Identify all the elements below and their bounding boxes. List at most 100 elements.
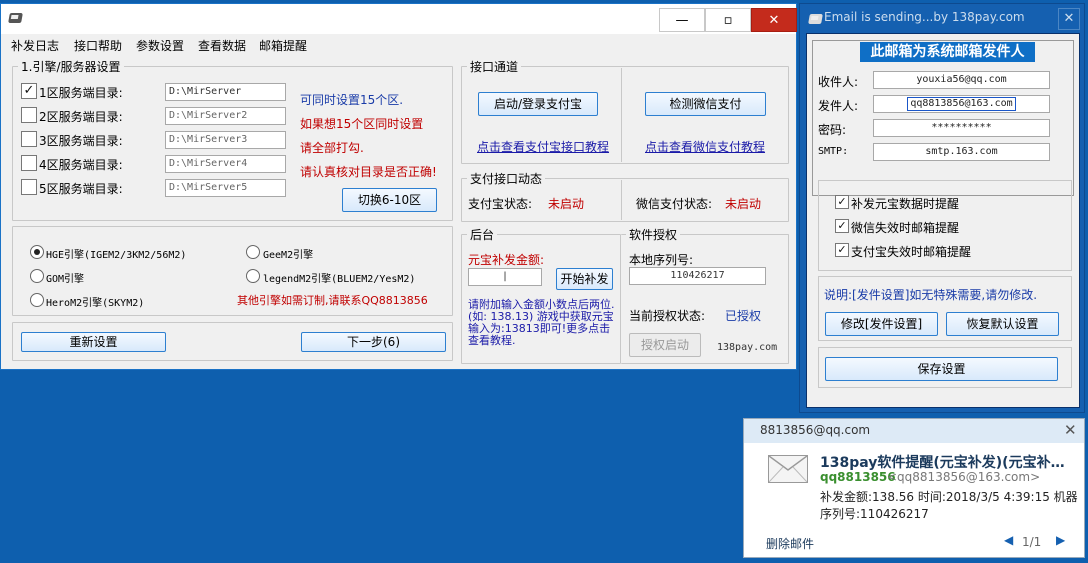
alipay-status-value: 未启动: [548, 197, 585, 211]
engine-gee-radio[interactable]: [246, 245, 260, 259]
alipay-status-label: 支付宝状态:: [468, 197, 533, 211]
group-title: 接口通道: [467, 58, 522, 75]
menu-email-alert[interactable]: 邮箱提醒: [259, 37, 307, 54]
engine-gom-label: GOM引擎: [46, 274, 85, 285]
wechat-tutorial-link[interactable]: 点击查看微信支付教程: [645, 138, 765, 155]
restore-defaults-button[interactable]: 恢复默认设置: [946, 312, 1059, 336]
sender-value: qq8813856@163.com: [907, 97, 1016, 111]
server2-checkbox[interactable]: [21, 107, 37, 123]
page-indicator: 1/1: [1022, 535, 1042, 549]
email-panel: 此邮箱为系统邮箱发件人 收件人: youxia56@qq.com 发件人: qq…: [806, 33, 1080, 408]
menu-params[interactable]: 参数设置: [136, 37, 184, 54]
engine-hge-label: HGE引擎(IGEM2/3KM2/56M2): [46, 250, 187, 261]
main-window: — ▫ ✕ 补发日志 接口帮助 参数设置 查看数据 邮箱提醒 1.引擎/服务器设…: [0, 3, 797, 370]
system-mailbox-banner: 此邮箱为系统邮箱发件人: [860, 42, 1035, 62]
notification-body-line1: 补发金额:138.56 时间:2018/3/5 4:39:15 机器: [820, 490, 1078, 504]
password-input[interactable]: **********: [873, 119, 1050, 137]
switch-zones-button[interactable]: 切换6-10区: [342, 188, 437, 212]
notification-from-name: qq8813856: [820, 470, 896, 484]
menu-view-data[interactable]: 查看数据: [198, 37, 246, 54]
divider: [621, 68, 622, 162]
serial-label: 本地序列号:: [629, 253, 694, 267]
start-resend-button[interactable]: 开始补发: [556, 268, 613, 290]
group-title: 1.引擎/服务器设置: [18, 58, 124, 75]
resend-alert-checkbox[interactable]: ✓: [835, 195, 849, 209]
server4-label: 4区服务端目录:: [39, 158, 123, 172]
custom-engine-note: 其他引擎如需订制,请联系QQ8813856: [237, 294, 428, 307]
alipay-login-button[interactable]: 启动/登录支付宝: [478, 92, 598, 116]
engine-gee-label: GeeM2引擎: [263, 250, 314, 261]
server5-label: 5区服务端目录:: [39, 182, 123, 196]
notification-account: 8813856@qq.com: [760, 423, 871, 437]
smtp-label: SMTP:: [818, 146, 849, 157]
server3-label: 3区服务端目录:: [39, 134, 123, 148]
server5-checkbox[interactable]: [21, 179, 37, 195]
close-button[interactable]: ✕: [751, 8, 797, 32]
smtp-input[interactable]: smtp.163.com: [873, 143, 1050, 161]
menu-resend-log[interactable]: 补发日志: [11, 37, 59, 54]
menu-bar: 补发日志 接口帮助 参数设置 查看数据 邮箱提醒: [1, 35, 796, 55]
backend-note[interactable]: 请附加输入金额小数点后两位.(如: 138.13) 游戏中获取元宝输入为:138…: [468, 299, 616, 347]
mail-notification[interactable]: 8813856@qq.com ✕ 138pay软件提醒(元宝补发)(元宝补… q…: [743, 418, 1085, 558]
notification-close-icon[interactable]: ✕: [1064, 421, 1077, 439]
delete-mail-link[interactable]: 删除邮件: [766, 535, 814, 552]
engine-hero-radio[interactable]: [30, 293, 44, 307]
wechat-check-button[interactable]: 检测微信支付: [645, 92, 766, 116]
minimize-button[interactable]: —: [659, 8, 705, 32]
engine-legend-label: legendM2引擎(BLUEM2/YesM2): [263, 274, 416, 285]
server1-checkbox[interactable]: ✓: [21, 83, 37, 99]
server5-path-input[interactable]: D:\MirServer5: [165, 179, 286, 197]
recipient-label: 收件人:: [818, 75, 859, 89]
server3-path-input[interactable]: D:\MirServer3: [165, 131, 286, 149]
next-page-icon[interactable]: ▶: [1056, 533, 1065, 547]
amount-label: 元宝补发金额:: [468, 253, 545, 267]
server1-path-input[interactable]: D:\MirServer: [165, 83, 286, 101]
save-settings-button[interactable]: 保存设置: [825, 357, 1058, 381]
server1-label: 1区服务端目录:: [39, 86, 123, 100]
alipay-fail-label: 支付宝失效时邮箱提醒: [851, 245, 972, 259]
notification-subject: 138pay软件提醒(元宝补发)(元宝补…: [820, 455, 1065, 471]
app-icon: [8, 13, 23, 23]
wechat-fail-checkbox[interactable]: ✓: [835, 219, 849, 233]
auth-start-button[interactable]: 授权启动: [629, 333, 701, 357]
engine-hge-radio[interactable]: [30, 245, 44, 259]
email-window: Email is sending...by 138pay.com ✕ 此邮箱为系…: [799, 3, 1085, 413]
info-line-1: 可同时设置15个区.: [300, 93, 404, 107]
divider: [621, 180, 622, 220]
server2-label: 2区服务端目录:: [39, 110, 123, 124]
engine-gom-radio[interactable]: [30, 269, 44, 283]
alipay-tutorial-link[interactable]: 点击查看支付宝接口教程: [477, 138, 609, 155]
sender-config-group: [812, 40, 1074, 196]
sender-input[interactable]: qq8813856@163.com: [873, 95, 1050, 113]
server4-checkbox[interactable]: [21, 155, 37, 171]
prev-page-icon[interactable]: ◀: [1004, 533, 1013, 547]
server2-path-input[interactable]: D:\MirServer2: [165, 107, 286, 125]
server4-path-input[interactable]: D:\MirServer4: [165, 155, 286, 173]
recipient-input[interactable]: youxia56@qq.com: [873, 71, 1050, 89]
alipay-fail-checkbox[interactable]: ✓: [835, 243, 849, 257]
wechat-fail-label: 微信失效时邮箱提醒: [851, 221, 960, 235]
settings-note: 说明:[发件设置]如无特殊需要,请勿修改.: [824, 288, 1038, 302]
engine-legend-radio[interactable]: [246, 269, 260, 283]
next-button[interactable]: 下一步(6): [301, 332, 446, 352]
notification-from-address: <qq8813856@163.com>: [887, 470, 1041, 484]
reset-button[interactable]: 重新设置: [21, 332, 166, 352]
modify-settings-button[interactable]: 修改[发件设置]: [825, 312, 938, 336]
email-window-title: Email is sending...by 138pay.com: [824, 10, 1025, 24]
resend-alert-label: 补发元宝数据时提醒: [851, 197, 960, 211]
auth-status-label: 当前授权状态:: [629, 309, 706, 323]
amount-input[interactable]: |: [468, 268, 542, 286]
menu-api-help[interactable]: 接口帮助: [74, 37, 122, 54]
serial-input[interactable]: 110426217: [629, 267, 766, 285]
maximize-button[interactable]: ▫: [705, 8, 751, 32]
group-title: 软件授权: [626, 226, 681, 243]
app-icon: [808, 14, 823, 24]
server3-checkbox[interactable]: [21, 131, 37, 147]
wechat-status-label: 微信支付状态:: [636, 197, 713, 211]
email-close-button[interactable]: ✕: [1058, 8, 1080, 30]
info-line-4: 请认真核对目录是否正确!: [300, 165, 437, 179]
main-titlebar[interactable]: — ▫ ✕: [1, 4, 797, 34]
password-label: 密码:: [818, 123, 847, 137]
info-line-3: 请全部打勾.: [300, 141, 364, 155]
notification-body-line2: 序列号:110426217: [820, 507, 929, 521]
